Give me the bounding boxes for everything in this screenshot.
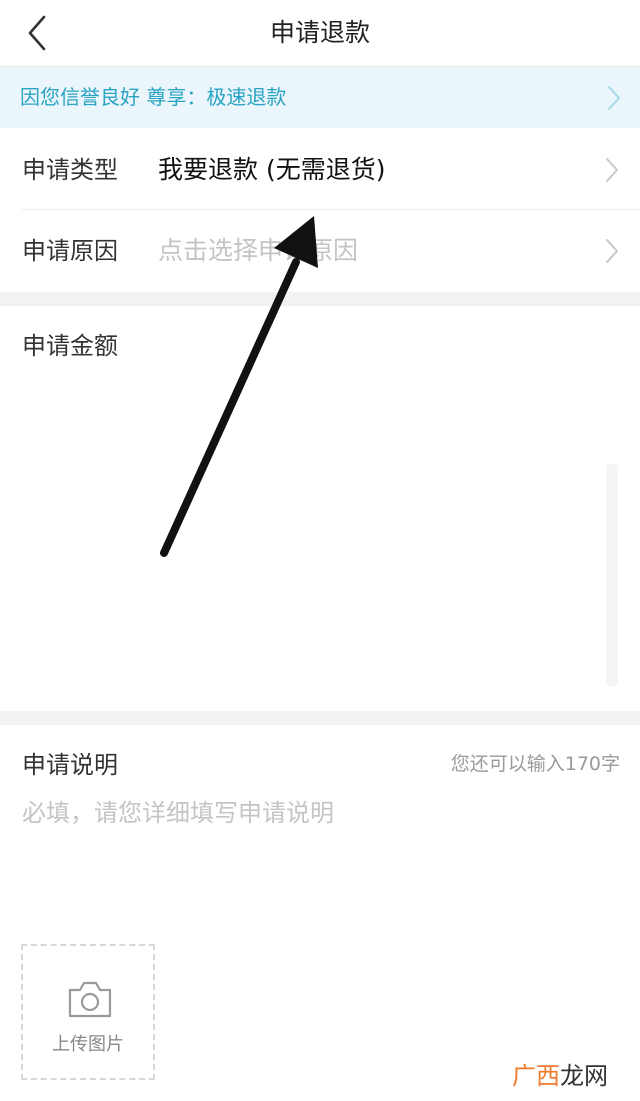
credit-banner[interactable]: 因您信誉良好 尊享：极速退款: [0, 67, 640, 128]
camera-icon: [68, 981, 112, 1018]
chevron-right-icon: [606, 158, 618, 182]
chevron-right-icon: [606, 239, 618, 263]
page-title: 申请退款: [269, 18, 370, 47]
section-gap: [0, 711, 640, 725]
description-input[interactable]: 必填，请您详细填写申请说明: [22, 793, 334, 828]
upload-image-button[interactable]: 上传图片: [21, 944, 155, 1080]
upload-image-label: 上传图片: [52, 1034, 124, 1055]
section-gap: [0, 292, 640, 306]
refund-reason-row[interactable]: 申请原因 点击选择申请原因: [0, 210, 640, 292]
refund-reason-label: 申请原因: [22, 237, 118, 265]
refund-type-row[interactable]: 申请类型 我要退款 (无需退货): [0, 129, 640, 211]
nav-bar: 申请退款: [0, 0, 640, 67]
description-label: 申请说明: [22, 751, 118, 779]
character-counter: 您还可以输入170字: [450, 753, 620, 775]
site-watermark: 广西龙网: [512, 1056, 608, 1091]
refund-type-label: 申请类型: [22, 156, 118, 184]
banner-text: 因您信誉良好 尊享：极速退款: [20, 85, 287, 109]
amount-section: 申请金额: [0, 306, 640, 711]
amount-scrollbar[interactable]: [606, 464, 618, 686]
watermark-part2: 龙网: [560, 1062, 608, 1090]
amount-label: 申请金额: [22, 332, 118, 360]
chevron-right-icon: [608, 86, 620, 110]
refund-type-value: 我要退款 (无需退货): [158, 155, 386, 184]
watermark-part1: 广西: [512, 1062, 560, 1090]
refund-reason-placeholder: 点击选择申请原因: [158, 236, 359, 265]
